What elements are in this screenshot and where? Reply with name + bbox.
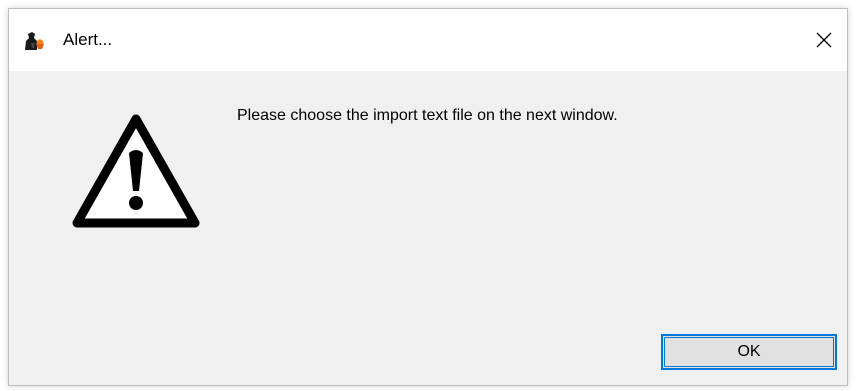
title-bar[interactable]: Alert... bbox=[9, 9, 847, 71]
close-icon bbox=[816, 32, 832, 48]
dialog-body: Please choose the import text file on th… bbox=[9, 71, 847, 385]
warning-triangle-icon bbox=[71, 113, 201, 229]
dialog-title: Alert... bbox=[63, 30, 113, 49]
ok-button[interactable]: OK bbox=[661, 334, 837, 370]
alert-message: Please choose the import text file on th… bbox=[237, 107, 618, 124]
close-button[interactable] bbox=[801, 9, 847, 71]
app-logo-icon bbox=[23, 31, 45, 51]
alert-dialog: Alert... Please choose the import text f… bbox=[8, 8, 848, 386]
ok-button-label: OK bbox=[737, 343, 761, 360]
